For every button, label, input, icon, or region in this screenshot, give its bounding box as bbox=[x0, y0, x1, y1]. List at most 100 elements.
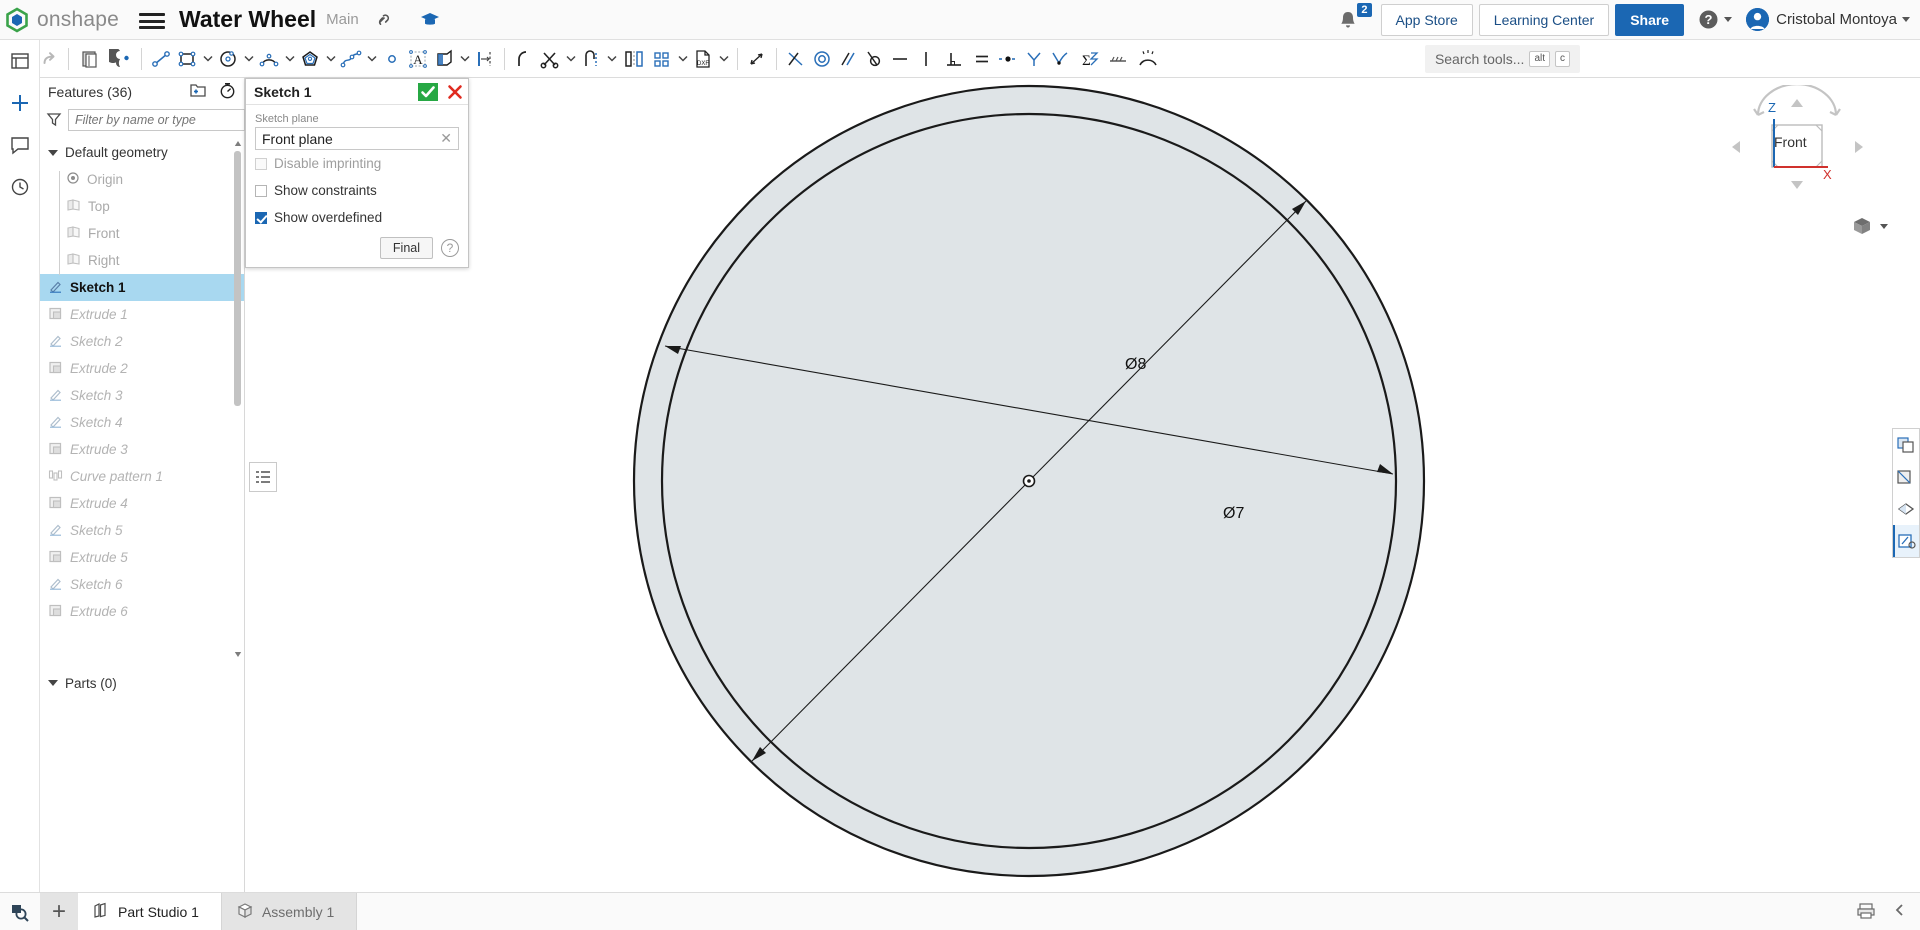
tree-item-extrude-6[interactable]: Extrude 6 bbox=[40, 598, 244, 625]
chevron-down-icon[interactable] bbox=[604, 44, 619, 74]
tree-item-sketch-4[interactable]: Sketch 4 bbox=[40, 409, 244, 436]
graphics-canvas[interactable]: Ø8 Ø7 bbox=[245, 78, 1920, 892]
share-button[interactable]: Share bbox=[1615, 4, 1684, 36]
trim-tool-icon[interactable] bbox=[537, 44, 563, 74]
point-tool-icon[interactable] bbox=[379, 44, 405, 74]
normal-constraint-icon[interactable] bbox=[1103, 44, 1133, 74]
chevron-down-icon[interactable] bbox=[241, 44, 256, 74]
construction-constraint-icon[interactable]: Σ bbox=[1073, 44, 1103, 74]
hamburger-menu-icon[interactable] bbox=[139, 10, 165, 30]
tab-part-studio-1[interactable]: Part Studio 1 bbox=[78, 893, 222, 930]
tree-item-extrude-5[interactable]: Extrude 5 bbox=[40, 544, 244, 571]
symmetric-constraint-icon[interactable] bbox=[1021, 44, 1047, 74]
extend-tool-icon[interactable] bbox=[578, 44, 604, 74]
show-constraints-row[interactable]: Show constraints bbox=[255, 177, 459, 204]
disable-imprinting-row[interactable]: Disable imprinting bbox=[255, 150, 459, 177]
filter-input[interactable] bbox=[68, 109, 245, 131]
chevron-down-icon[interactable] bbox=[457, 44, 472, 74]
equal-constraint-icon[interactable] bbox=[969, 44, 995, 74]
chevron-down-icon[interactable] bbox=[364, 44, 379, 74]
inner-diameter-label[interactable]: Ø7 bbox=[1223, 505, 1244, 523]
chevron-down-icon[interactable] bbox=[282, 44, 297, 74]
arc-constraint-icon[interactable] bbox=[1133, 44, 1163, 74]
show-overdefined-checkbox[interactable] bbox=[255, 212, 267, 224]
coincident-constraint-icon[interactable] bbox=[783, 44, 809, 74]
tree-item-sketch-6[interactable]: Sketch 6 bbox=[40, 571, 244, 598]
help-menu-button[interactable]: ? bbox=[1698, 9, 1732, 30]
offset-tool-icon[interactable] bbox=[472, 44, 498, 74]
spline-tool-icon[interactable] bbox=[338, 44, 364, 74]
sketch-plane-field[interactable]: Front plane ✕ bbox=[255, 127, 459, 150]
tree-item-origin[interactable]: Origin bbox=[40, 166, 244, 193]
view-mode-cube-icon[interactable] bbox=[1851, 215, 1888, 237]
tree-item-sketch-3[interactable]: Sketch 3 bbox=[40, 382, 244, 409]
show-constraints-checkbox[interactable] bbox=[255, 185, 267, 197]
chevron-down-icon[interactable] bbox=[200, 44, 215, 74]
parts-group-header[interactable]: Parts (0) bbox=[40, 669, 244, 697]
show-overdefined-row[interactable]: Show overdefined bbox=[255, 204, 459, 231]
tree-item-front-plane[interactable]: Front bbox=[40, 220, 244, 247]
tree-item-top-plane[interactable]: Top bbox=[40, 193, 244, 220]
tree-item-sketch-1[interactable]: Sketch 1 bbox=[40, 274, 244, 301]
tree-item-extrude-4[interactable]: Extrude 4 bbox=[40, 490, 244, 517]
scroll-up-arrow-icon[interactable] bbox=[233, 139, 242, 148]
parallel-constraint-icon[interactable] bbox=[835, 44, 861, 74]
line-tool-icon[interactable] bbox=[148, 44, 174, 74]
text-tool-icon[interactable]: A bbox=[405, 44, 431, 74]
notifications-button[interactable]: 2 bbox=[1337, 5, 1371, 35]
mirror-tool-icon[interactable] bbox=[619, 44, 649, 74]
learning-center-button[interactable]: Learning Center bbox=[1479, 4, 1609, 36]
arc-tool-icon[interactable] bbox=[256, 44, 282, 74]
tree-item-extrude-1[interactable]: Extrude 1 bbox=[40, 301, 244, 328]
rectangle-tool-icon[interactable] bbox=[174, 44, 200, 74]
import-dxf-icon[interactable]: DXF bbox=[690, 44, 716, 74]
tree-item-sketch-5[interactable]: Sketch 5 bbox=[40, 517, 244, 544]
new-folder-icon[interactable] bbox=[189, 82, 207, 101]
chevron-down-icon[interactable] bbox=[716, 44, 731, 74]
outer-diameter-label[interactable]: Ø8 bbox=[1125, 356, 1146, 374]
disable-imprinting-checkbox[interactable] bbox=[255, 158, 267, 170]
scrollbar-thumb[interactable] bbox=[234, 151, 241, 406]
history-icon[interactable] bbox=[0, 166, 40, 208]
dimension-tool-icon[interactable] bbox=[744, 44, 770, 74]
history-timer-icon[interactable] bbox=[219, 82, 236, 102]
section-view-icon[interactable] bbox=[1893, 461, 1919, 493]
link-icon[interactable] bbox=[367, 5, 397, 35]
sketch-cancel-button[interactable] bbox=[441, 79, 468, 105]
linear-pattern-icon[interactable] bbox=[649, 44, 675, 74]
vertical-constraint-icon[interactable] bbox=[913, 44, 939, 74]
tree-item-extrude-3[interactable]: Extrude 3 bbox=[40, 436, 244, 463]
clear-x-icon[interactable]: ✕ bbox=[440, 130, 452, 147]
feature-tree-scrollbar[interactable] bbox=[233, 139, 242, 659]
tangent-constraint-icon[interactable] bbox=[861, 44, 887, 74]
tab-assembly-1[interactable]: Assembly 1 bbox=[222, 893, 357, 930]
graduation-cap-icon[interactable] bbox=[415, 5, 445, 35]
fillet-tool-icon[interactable] bbox=[511, 44, 537, 74]
chevron-down-icon[interactable] bbox=[675, 44, 690, 74]
comments-icon[interactable] bbox=[0, 124, 40, 166]
help-question-icon[interactable]: ? bbox=[441, 239, 459, 257]
sketch-copy-icon[interactable] bbox=[75, 44, 105, 74]
horizontal-constraint-icon[interactable] bbox=[887, 44, 913, 74]
add-tab-button[interactable]: + bbox=[40, 893, 78, 930]
tree-group-default-geometry[interactable]: Default geometry bbox=[40, 139, 244, 166]
curvature-constraint-icon[interactable] bbox=[1047, 44, 1073, 74]
chevron-down-icon[interactable] bbox=[563, 44, 578, 74]
concentric-constraint-icon[interactable] bbox=[809, 44, 835, 74]
tree-item-extrude-2[interactable]: Extrude 2 bbox=[40, 355, 244, 382]
perpendicular-constraint-icon[interactable] bbox=[939, 44, 969, 74]
insert-part-icon[interactable] bbox=[0, 82, 40, 124]
filter-funnel-icon[interactable] bbox=[46, 111, 62, 130]
sketch-accept-button[interactable] bbox=[414, 79, 441, 105]
collapse-panel-icon[interactable] bbox=[1892, 902, 1908, 921]
tree-item-curve-pattern-1[interactable]: Curve pattern 1 bbox=[40, 463, 244, 490]
circle-tool-icon[interactable] bbox=[215, 44, 241, 74]
onshape-logo-icon[interactable] bbox=[4, 7, 30, 33]
view-cube[interactable]: Front Z X bbox=[1720, 85, 1875, 205]
polygon-tool-icon[interactable] bbox=[297, 44, 323, 74]
tree-item-sketch-2[interactable]: Sketch 2 bbox=[40, 328, 244, 355]
midpoint-constraint-icon[interactable] bbox=[995, 44, 1021, 74]
render-mode-icon[interactable] bbox=[1893, 493, 1919, 525]
app-store-button[interactable]: App Store bbox=[1381, 4, 1473, 36]
user-menu-button[interactable]: Cristobal Montoya bbox=[1732, 8, 1910, 31]
